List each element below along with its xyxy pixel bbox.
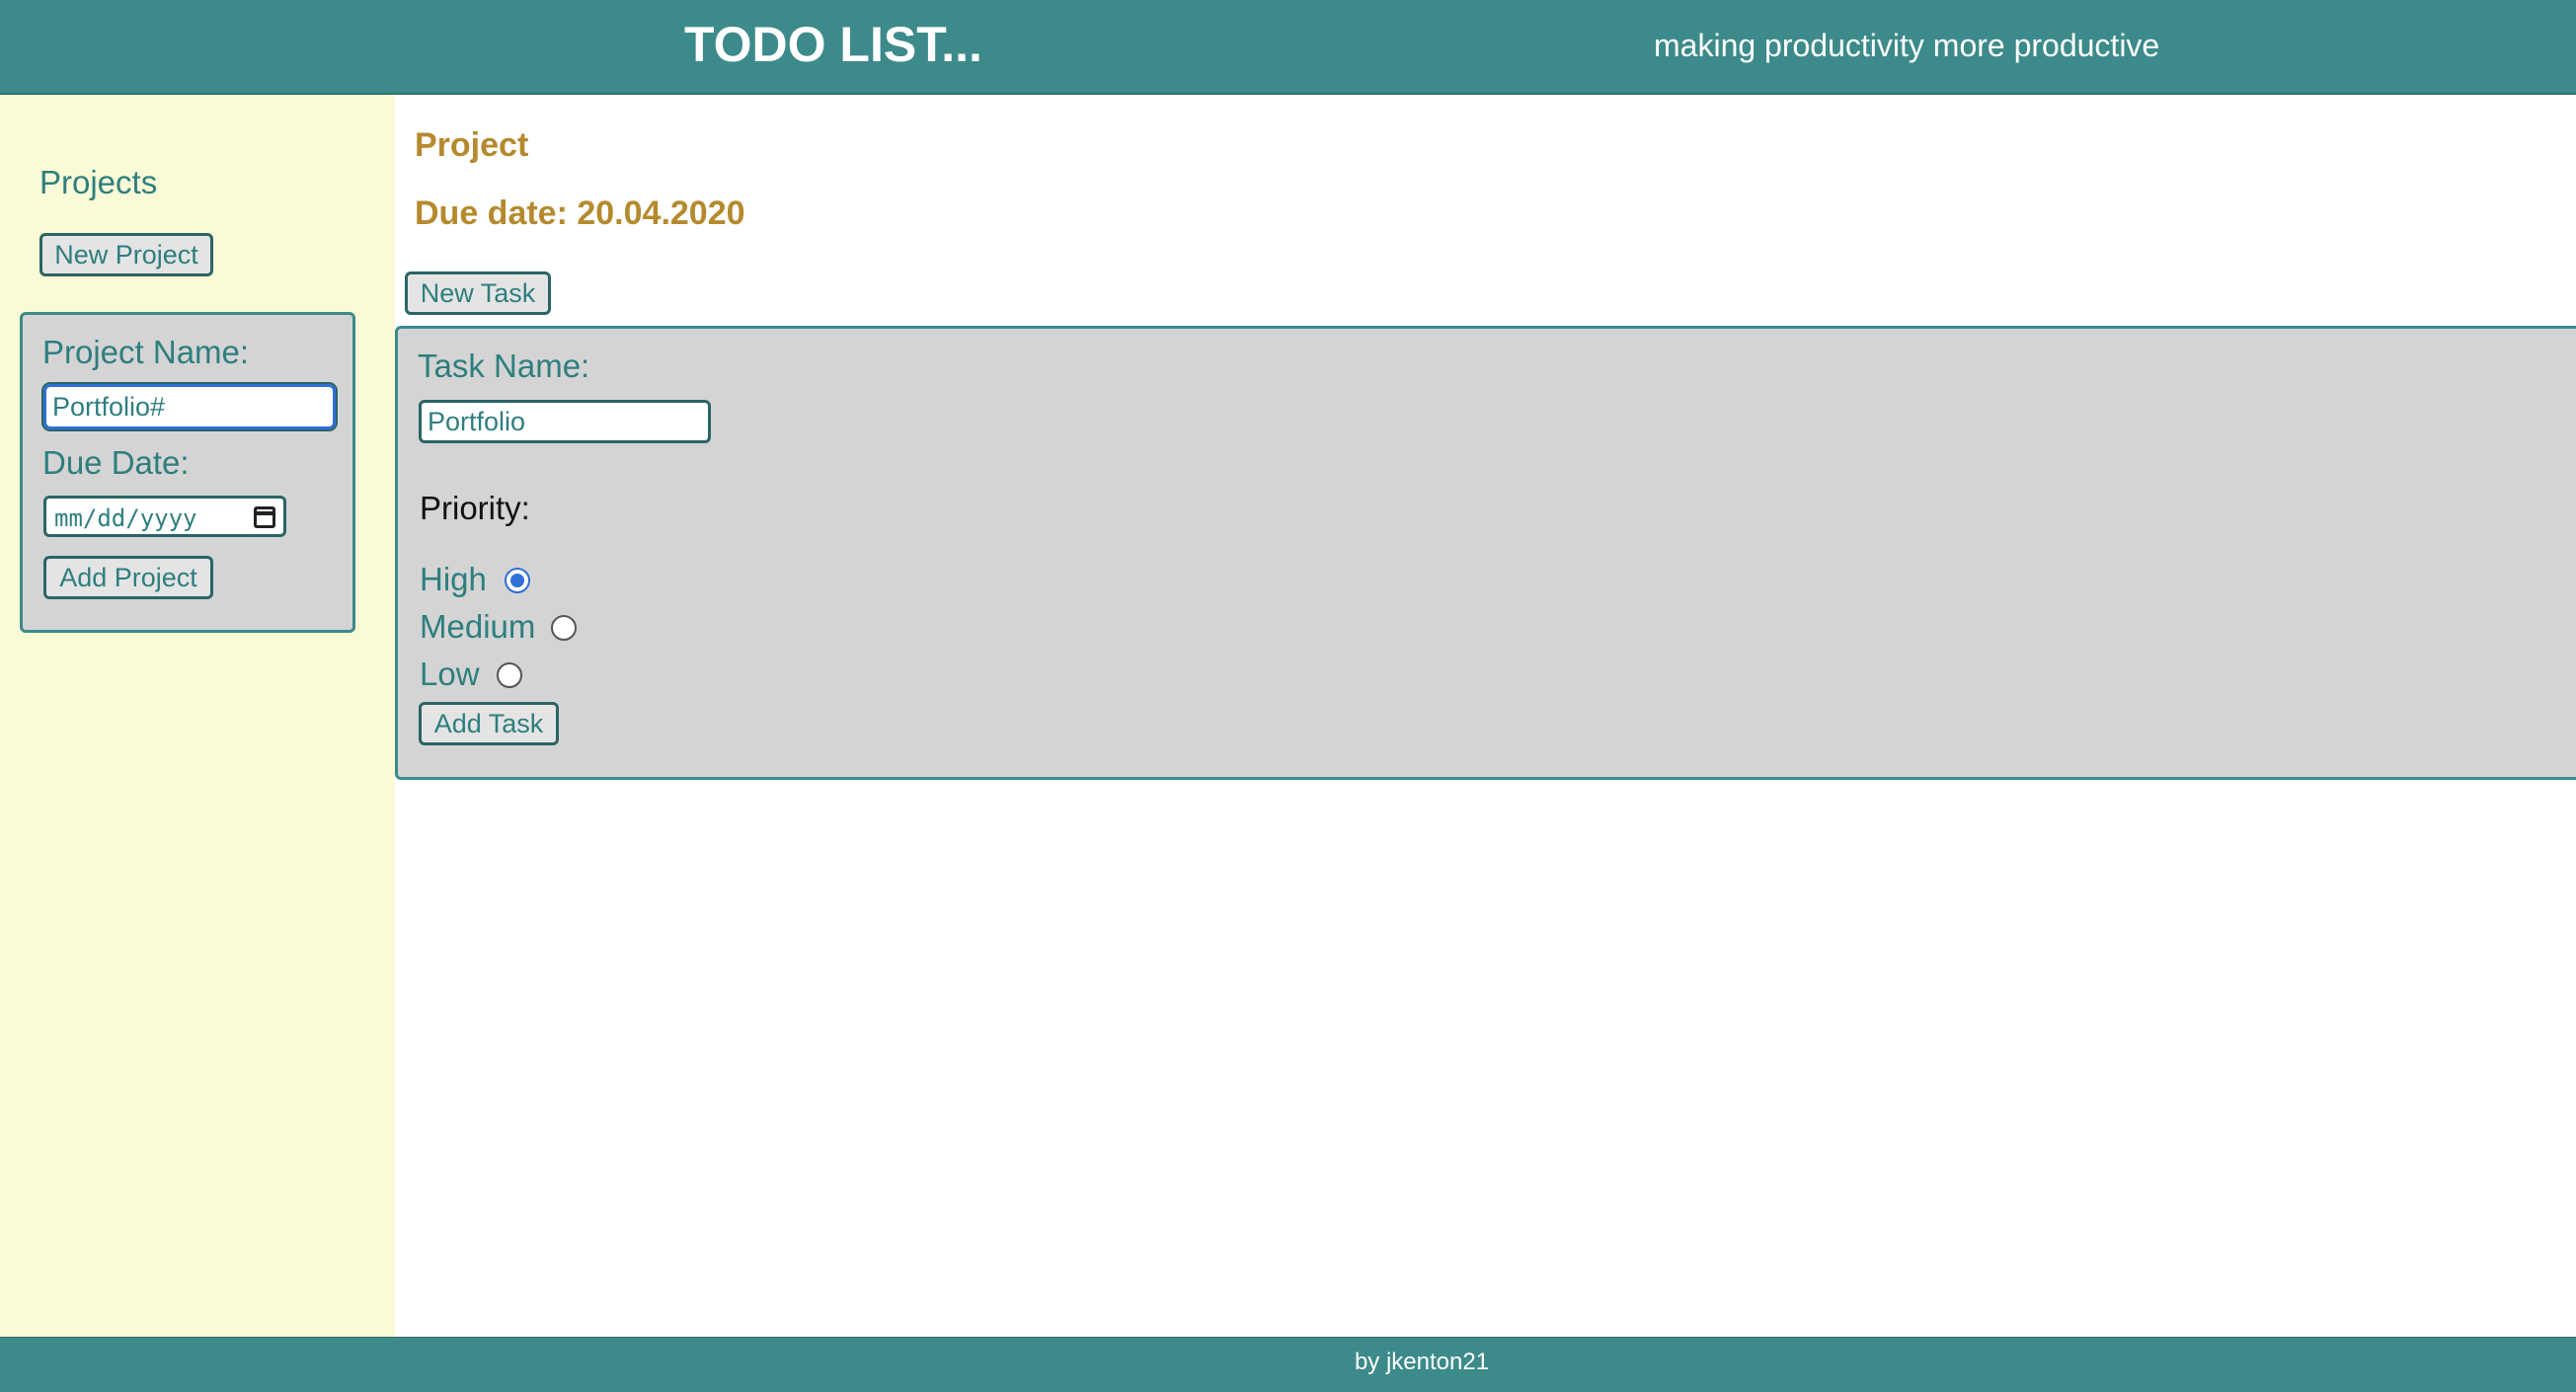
priority-medium-radio[interactable] [551, 615, 577, 641]
footer-credit: by jkenton21 [1354, 1349, 1490, 1375]
task-form: Task Name: Priority: High Medium Low Add… [395, 326, 2576, 780]
header: TODO LIST... making productivity more pr… [0, 0, 2576, 95]
priority-option-medium[interactable]: Medium [420, 607, 577, 647]
priority-label: Priority: [420, 490, 530, 526]
new-task-button[interactable]: New Task [405, 271, 551, 315]
project-title: Project [415, 126, 529, 164]
project-form: Project Name: Due Date: mm/dd/yyyy Add P… [20, 312, 355, 633]
footer: by jkenton21 [0, 1337, 2576, 1392]
project-name-label: Project Name: [42, 334, 250, 370]
add-project-button[interactable]: Add Project [43, 556, 213, 599]
task-name-input[interactable] [419, 400, 711, 443]
task-name-label: Task Name: [418, 348, 590, 384]
new-project-button[interactable]: New Project [39, 233, 213, 276]
due-date-placeholder: mm/dd/yyyy [54, 504, 197, 532]
project-due-date: Due date: 20.04.2020 [415, 194, 745, 232]
sidebar: Projects New Project Project Name: Due D… [0, 95, 395, 1337]
priority-medium-label: Medium [420, 608, 536, 645]
project-name-input[interactable] [41, 382, 338, 431]
priority-low-label: Low [420, 656, 480, 692]
due-date-input[interactable]: mm/dd/yyyy [43, 496, 286, 537]
priority-high-label: High [420, 561, 487, 597]
app-tagline: making productivity more productive [1654, 28, 2160, 63]
app-title: TODO LIST... [684, 17, 982, 72]
page: TODO LIST... making productivity more pr… [0, 0, 2576, 1392]
priority-option-high[interactable]: High [420, 560, 530, 599]
priority-low-radio[interactable] [497, 662, 522, 688]
priority-high-radio[interactable] [505, 568, 530, 593]
priority-option-low[interactable]: Low [420, 655, 522, 694]
due-date-label: Due Date: [42, 444, 190, 481]
calendar-icon[interactable] [254, 506, 275, 528]
add-task-button[interactable]: Add Task [419, 702, 559, 745]
projects-heading: Projects [39, 164, 158, 200]
